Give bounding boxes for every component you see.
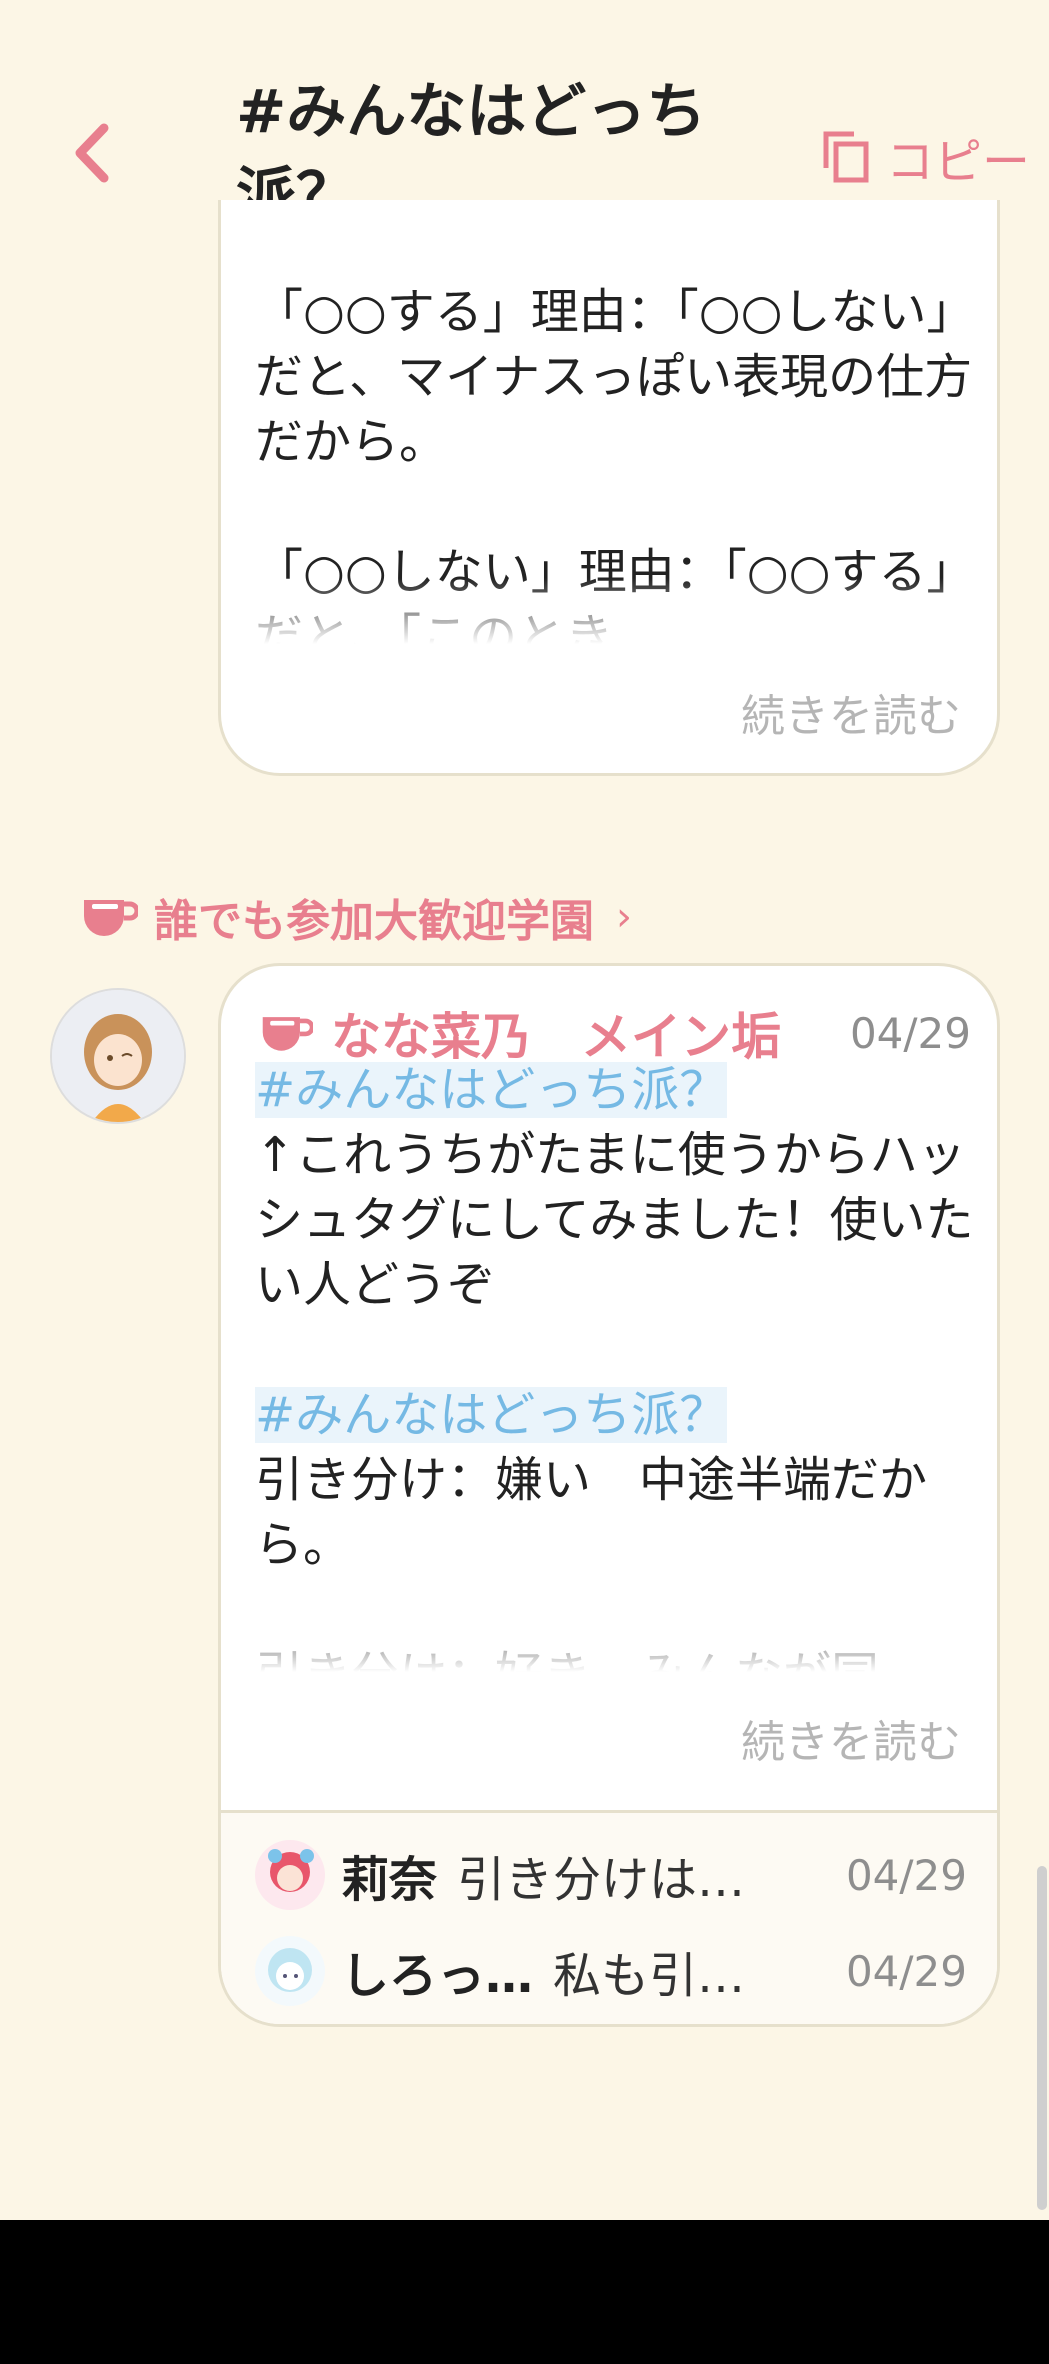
post-card[interactable]: 「○○する」理由：「○○しない」だと、マイナスっぽい表現の仕方だから。 「○○し… <box>218 200 1000 776</box>
post-card[interactable]: なな菜乃 メイン垢 04/29 #みんなはどっち派？ ↑これうちがたまに使うから… <box>218 963 1000 2027</box>
copy-label: コピー <box>886 134 1031 190</box>
copy-button[interactable]: コピー <box>820 122 1030 192</box>
reply-avatar <box>255 1840 325 1910</box>
reply-avatar <box>255 1936 325 2006</box>
back-arrow-icon[interactable] <box>68 118 118 188</box>
reply-date: 04/29 <box>845 1850 967 1900</box>
group-name: 誰でも参加大歓迎学園 <box>154 896 594 947</box>
cup-icon <box>84 900 138 936</box>
post-text: #みんなはどっち派？ ↑これうちがたまに使うからハッシュタグにしてみました！使い… <box>255 1058 995 1694</box>
post-body: #みんなはどっち派？ ↑これうちがたまに使うからハッシュタグにしてみました！使い… <box>255 1058 995 1694</box>
reply-item[interactable]: しろっ… 私も引… 04/29 <box>255 1931 967 2011</box>
author-avatar[interactable] <box>50 988 186 1124</box>
hashtag[interactable]: #みんなはどっち派？ <box>255 1387 728 1443</box>
chevron-right-icon: › <box>616 894 632 940</box>
post-date: 04/29 <box>849 1008 971 1058</box>
text-fade <box>221 1606 997 1716</box>
hashtag[interactable]: #みんなはどっち派？ <box>255 1062 728 1118</box>
reply-preview-list: 莉奈 引き分けは… 04/29 しろっ… 私も引… 04/29 <box>221 1810 997 2024</box>
group-link[interactable]: 誰でも参加大歓迎学園 › <box>80 885 632 949</box>
reply-author: 莉奈 <box>341 1852 438 1908</box>
reply-author: しろっ… <box>341 1948 534 2004</box>
cup-icon <box>262 1017 313 1051</box>
reply-text: 引き分けは… <box>457 1852 746 1908</box>
copy-icon <box>823 131 869 183</box>
reply-text: 私も引… <box>553 1948 746 2004</box>
scrollbar[interactable] <box>1037 1866 1047 2210</box>
system-navigation-bar <box>0 2220 1049 2364</box>
read-more-link[interactable]: 続きを読む <box>741 680 961 744</box>
read-more-link[interactable]: 続きを読む <box>741 1706 961 1770</box>
avatar-image <box>52 990 184 1122</box>
post-text-line: ↑これうちがたまに使うからハッシュタグにしてみました！使いたい人どうぞ <box>255 1127 974 1313</box>
text-fade <box>221 578 997 688</box>
reply-item[interactable]: 莉奈 引き分けは… 04/29 <box>255 1835 967 1915</box>
reply-date: 04/29 <box>845 1946 967 1996</box>
